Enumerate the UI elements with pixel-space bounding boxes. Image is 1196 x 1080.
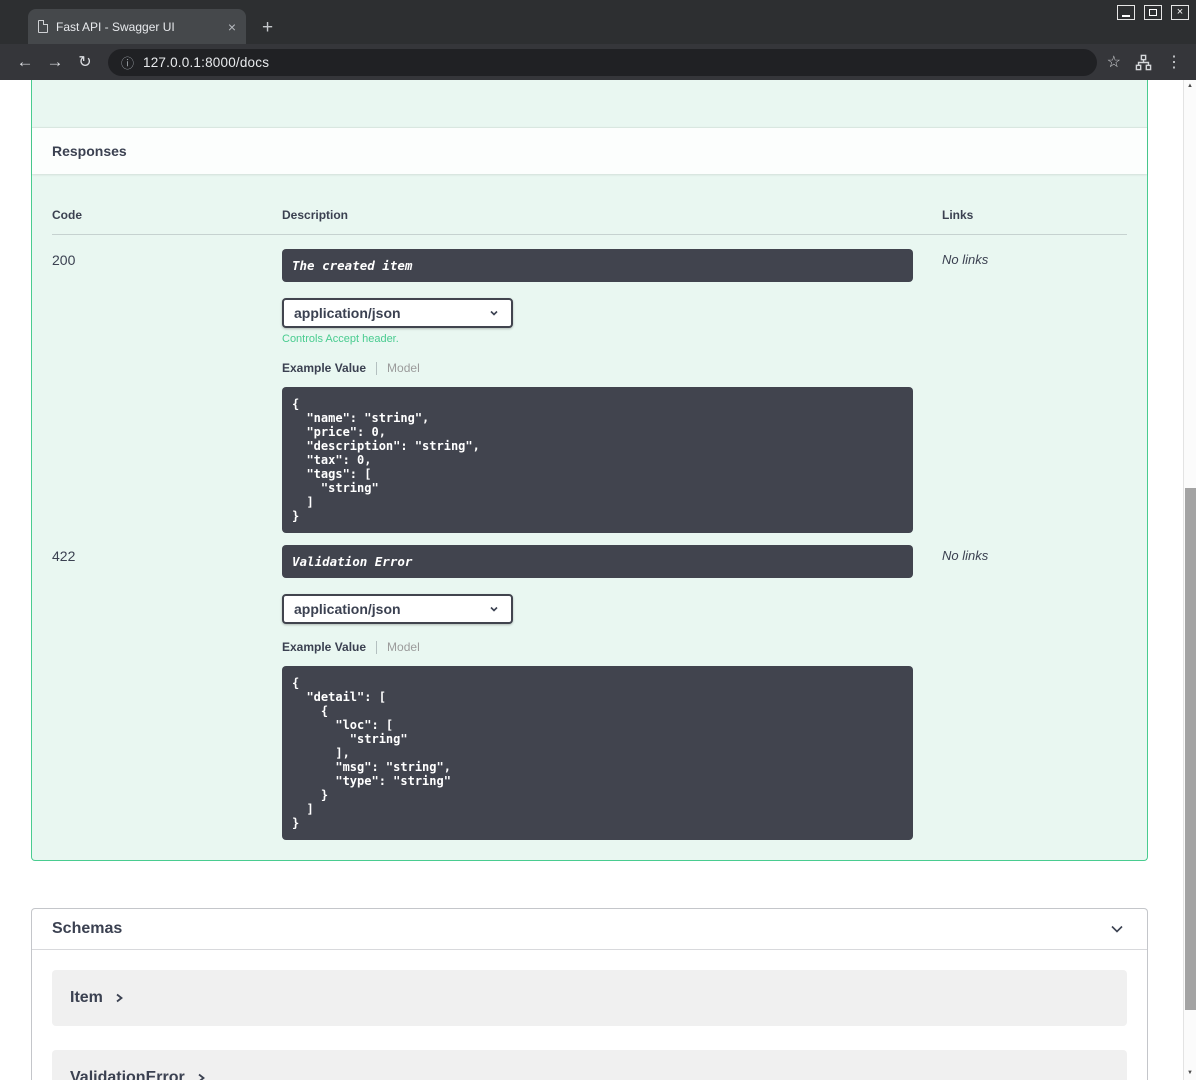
forward-button[interactable]: →: [40, 52, 70, 72]
schemas-heading: Schemas: [52, 920, 123, 937]
reload-button[interactable]: ↻: [70, 52, 100, 72]
site-info-icon[interactable]: ⓘ: [121, 53, 134, 72]
schemas-section: Schemas Item ValidationError: [31, 908, 1148, 1080]
maximize-icon: [1149, 9, 1157, 16]
back-button[interactable]: ←: [10, 52, 40, 72]
tab-close-icon[interactable]: ×: [228, 20, 236, 34]
extension-icon[interactable]: [1135, 54, 1152, 71]
tab-separator: [376, 640, 378, 654]
window-controls: ×: [1117, 5, 1189, 20]
close-button[interactable]: ×: [1171, 5, 1189, 20]
opblock-spacer: [32, 80, 1147, 127]
media-type-select[interactable]: application/json: [282, 298, 513, 328]
page-scrollbar[interactable]: ▲ ▼: [1183, 80, 1196, 1080]
tab-title: Fast API - Swagger UI: [56, 19, 175, 34]
tab-example-value[interactable]: Example Value: [282, 640, 366, 654]
tab-separator: [376, 361, 378, 375]
example-json-block: { "detail": [ { "loc": [ "string" ], "ms…: [282, 666, 913, 840]
scroll-down-icon[interactable]: ▼: [1184, 1067, 1196, 1080]
controls-accept-note: Controls Accept header.: [282, 333, 399, 345]
swagger-page: Responses Code Description Links 200 The…: [0, 80, 1183, 1080]
tab-model[interactable]: Model: [387, 361, 420, 375]
tab-model[interactable]: Model: [387, 640, 420, 654]
chevron-down-icon: [490, 606, 498, 612]
scrollbar-thumb[interactable]: [1185, 488, 1196, 1010]
url-text: 127.0.0.1:8000/docs: [143, 54, 270, 70]
chevron-down-icon: [1111, 925, 1123, 933]
model-row-item[interactable]: Item: [52, 970, 1127, 1026]
tab-example-value[interactable]: Example Value: [282, 361, 366, 375]
column-header-links: Links: [942, 208, 974, 222]
chevron-right-icon: [198, 1073, 205, 1080]
window-titlebar: Fast API - Swagger UI × + ×: [0, 0, 1196, 44]
response-links: No links: [942, 548, 989, 563]
toolbar-right: ☆ ⋮: [1107, 52, 1186, 72]
response-description-box: Validation Error: [282, 545, 913, 578]
chevron-down-icon: [490, 310, 498, 316]
response-description-cell: Validation Error application/json Exampl…: [282, 545, 942, 840]
new-tab-button[interactable]: +: [262, 18, 273, 37]
response-description-box: The created item: [282, 249, 913, 282]
address-bar[interactable]: ⓘ 127.0.0.1:8000/docs: [108, 48, 1097, 76]
model-name: ValidationError: [70, 1069, 185, 1080]
browser-toolbar: ← → ↻ ⓘ 127.0.0.1:8000/docs ☆ ⋮: [0, 44, 1196, 80]
response-description-cell: The created item application/json Contro…: [282, 249, 942, 533]
schemas-body: Item ValidationError: [32, 950, 1147, 1080]
chevron-right-icon: [116, 993, 123, 1003]
page-icon: [38, 20, 48, 33]
column-header-description: Description: [282, 208, 349, 222]
media-type-select[interactable]: application/json: [282, 594, 513, 624]
scroll-up-icon[interactable]: ▲: [1184, 80, 1196, 93]
opblock-expanded-panel: Responses Code Description Links 200 The…: [31, 80, 1148, 861]
bookmark-star-icon[interactable]: ☆: [1107, 52, 1121, 72]
example-model-tabs: Example Value Model: [282, 640, 942, 654]
minimize-button[interactable]: [1117, 5, 1135, 20]
media-type-value: application/json: [294, 305, 401, 321]
minimize-icon: [1122, 15, 1130, 17]
response-row-422: 422 Validation Error application/json Ex…: [52, 545, 1127, 840]
model-name: Item: [70, 989, 103, 1006]
browser-menu-icon[interactable]: ⋮: [1166, 52, 1182, 72]
model-row-validationerror[interactable]: ValidationError: [52, 1050, 1127, 1080]
close-icon: ×: [1176, 6, 1184, 18]
response-code: 200: [52, 252, 76, 268]
responses-heading: Responses: [52, 143, 127, 159]
example-json-block: { "name": "string", "price": 0, "descrip…: [282, 387, 913, 533]
example-model-tabs: Example Value Model: [282, 361, 942, 375]
schemas-header[interactable]: Schemas: [32, 909, 1147, 950]
column-header-code: Code: [52, 208, 82, 222]
browser-tab[interactable]: Fast API - Swagger UI ×: [28, 9, 246, 44]
response-code: 422: [52, 548, 76, 564]
responses-table-header: Code Description Links: [52, 174, 1127, 235]
response-links: No links: [942, 252, 989, 267]
responses-section-header: Responses: [32, 127, 1147, 174]
media-type-value: application/json: [294, 601, 401, 617]
responses-table: Code Description Links 200 The created i…: [32, 174, 1147, 840]
maximize-button[interactable]: [1144, 5, 1162, 20]
response-row-200: 200 The created item application/json Co…: [52, 249, 1127, 533]
